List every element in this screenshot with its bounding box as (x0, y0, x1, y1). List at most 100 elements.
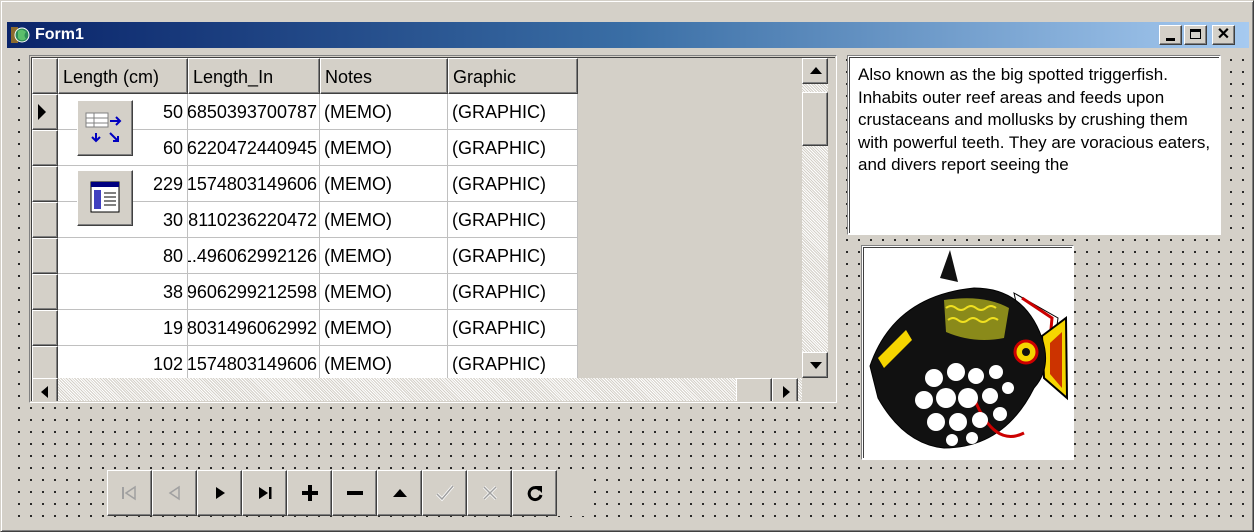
length-in-value: 7.48031496062992 (188, 318, 317, 338)
scroll-right-button[interactable] (772, 378, 798, 401)
grid-cell-notes[interactable]: (MEMO) (320, 238, 448, 274)
row-indicator[interactable] (32, 94, 58, 130)
cancel-edit-icon (482, 485, 498, 501)
arrow-left-icon (41, 386, 48, 398)
row-indicator[interactable] (32, 166, 58, 202)
grid-cell-graphic[interactable]: (GRAPHIC) (448, 94, 578, 130)
length-in-value: 19.6850393700787 (188, 102, 317, 122)
triggerfish-picture (869, 250, 1069, 449)
title-bar[interactable]: Form1 ✕ (7, 22, 1249, 48)
first-record-icon (122, 485, 136, 501)
grid-cell-length-in[interactable]: 14.9606299212598 (188, 274, 320, 310)
refresh-data-icon (527, 486, 543, 502)
post-edit-button[interactable] (422, 470, 467, 516)
grid-cell-length-cm[interactable]: 80 (58, 238, 188, 274)
db-navigator (107, 470, 587, 516)
row-indicator[interactable] (32, 310, 58, 346)
first-record-button[interactable] (107, 470, 152, 516)
grid-corner-cell (32, 58, 58, 94)
horizontal-scroll-thumb[interactable] (736, 378, 772, 401)
row-indicator[interactable] (32, 346, 58, 382)
edit-record-icon (393, 489, 407, 497)
insert-record-icon (302, 485, 318, 501)
grid-cell-length-in[interactable]: 19.6850393700787 (188, 94, 320, 130)
db-grid[interactable]: Length (cm)Length_InNotesGraphic5019.685… (29, 55, 837, 403)
row-indicator[interactable] (32, 238, 58, 274)
next-record-icon (216, 487, 225, 499)
grid-cell-notes[interactable]: (MEMO) (320, 130, 448, 166)
length-in-value: 31.496062992126 (188, 246, 317, 266)
grid-cell-length-in[interactable]: 90.1574803149606 (188, 166, 320, 202)
form-client-area: Length (cm)Length_InNotesGraphic5019.685… (9, 50, 1247, 527)
grid-cell-graphic[interactable]: (GRAPHIC) (448, 310, 578, 346)
delete-record-icon (347, 491, 363, 495)
grid-cell-length-cm[interactable]: 102 (58, 346, 188, 382)
column-header[interactable]: Length (cm) (58, 58, 188, 94)
grid-cell-notes[interactable]: (MEMO) (320, 310, 448, 346)
grid-cell-notes[interactable]: (MEMO) (320, 346, 448, 382)
vertical-scrollbar[interactable] (802, 58, 828, 378)
grid-cell-notes[interactable]: (MEMO) (320, 274, 448, 310)
prior-record-icon (168, 485, 180, 501)
grid-cell-length-cm[interactable]: 38 (58, 274, 188, 310)
table-component-icon[interactable] (77, 100, 133, 156)
scroll-thumb[interactable] (802, 92, 828, 146)
row-indicator[interactable] (32, 274, 58, 310)
length-in-value: 14.9606299212598 (188, 282, 317, 302)
grid-cell-length-in[interactable]: 7.48031496062992 (188, 310, 320, 346)
maximize-button[interactable] (1184, 25, 1207, 45)
grid-cell-length-in[interactable]: 23.6220472440945 (188, 130, 320, 166)
row-indicator[interactable] (32, 202, 58, 238)
minimize-icon (1166, 38, 1175, 41)
column-header[interactable]: Notes (320, 58, 448, 94)
graphic-image-box[interactable] (861, 245, 1074, 460)
grid-cell-length-in[interactable]: 40.1574803149606 (188, 346, 320, 382)
row-indicator[interactable] (32, 130, 58, 166)
insert-record-button[interactable] (287, 470, 332, 516)
refresh-data-button[interactable] (512, 470, 557, 516)
scroll-down-button[interactable] (802, 352, 828, 378)
arrow-up-icon (810, 67, 822, 74)
length-in-value: 23.6220472440945 (188, 138, 317, 158)
current-row-pointer-icon (38, 104, 46, 120)
length-in-value: 11.8110236220472 (188, 210, 317, 230)
column-header[interactable]: Graphic (448, 58, 578, 94)
app-icon[interactable] (10, 25, 30, 45)
edit-record-button[interactable] (377, 470, 422, 516)
scroll-up-button[interactable] (802, 58, 828, 84)
grid-cell-notes[interactable]: (MEMO) (320, 94, 448, 130)
grid-cell-notes[interactable]: (MEMO) (320, 202, 448, 238)
scroll-left-button[interactable] (32, 378, 58, 401)
scrollbar-corner (802, 378, 828, 401)
maximize-icon (1190, 29, 1201, 39)
post-edit-icon (435, 485, 455, 502)
grid-cell-graphic[interactable]: (GRAPHIC) (448, 274, 578, 310)
grid-cell-notes[interactable]: (MEMO) (320, 166, 448, 202)
length-in-value: 40.1574803149606 (188, 354, 317, 374)
grid-cells: Length (cm)Length_InNotesGraphic5019.685… (32, 58, 802, 392)
prior-record-button[interactable] (152, 470, 197, 516)
delete-record-button[interactable] (332, 470, 377, 516)
grid-cell-graphic[interactable]: (GRAPHIC) (448, 346, 578, 382)
column-header[interactable]: Length_In (188, 58, 320, 94)
horizontal-scrollbar[interactable] (32, 378, 802, 401)
datasource-component-icon[interactable] (77, 170, 133, 226)
grid-cell-graphic[interactable]: (GRAPHIC) (448, 238, 578, 274)
grid-cell-graphic[interactable]: (GRAPHIC) (448, 130, 578, 166)
minimize-button[interactable] (1159, 25, 1182, 45)
grid-cell-graphic[interactable]: (GRAPHIC) (448, 166, 578, 202)
grid-cell-length-in[interactable]: 31.496062992126 (188, 238, 320, 274)
close-icon: ✕ (1216, 26, 1231, 43)
grid-cell-length-in[interactable]: 11.8110236220472 (188, 202, 320, 238)
close-button[interactable]: ✕ (1212, 25, 1235, 45)
grid-cell-graphic[interactable]: (GRAPHIC) (448, 202, 578, 238)
notes-memo[interactable]: Also known as the big spotted triggerfis… (847, 55, 1221, 235)
cancel-edit-button[interactable] (467, 470, 512, 516)
arrow-right-icon (783, 386, 790, 398)
grid-cell-length-cm[interactable]: 19 (58, 310, 188, 346)
form-window: Form1 ✕ Length (cm) Length_In Notes Graphic… (0, 0, 1254, 532)
last-record-icon (259, 487, 272, 499)
memo-text[interactable]: Also known as the big spotted triggerfis… (849, 57, 1219, 233)
next-record-button[interactable] (197, 470, 242, 516)
last-record-button[interactable] (242, 470, 287, 516)
